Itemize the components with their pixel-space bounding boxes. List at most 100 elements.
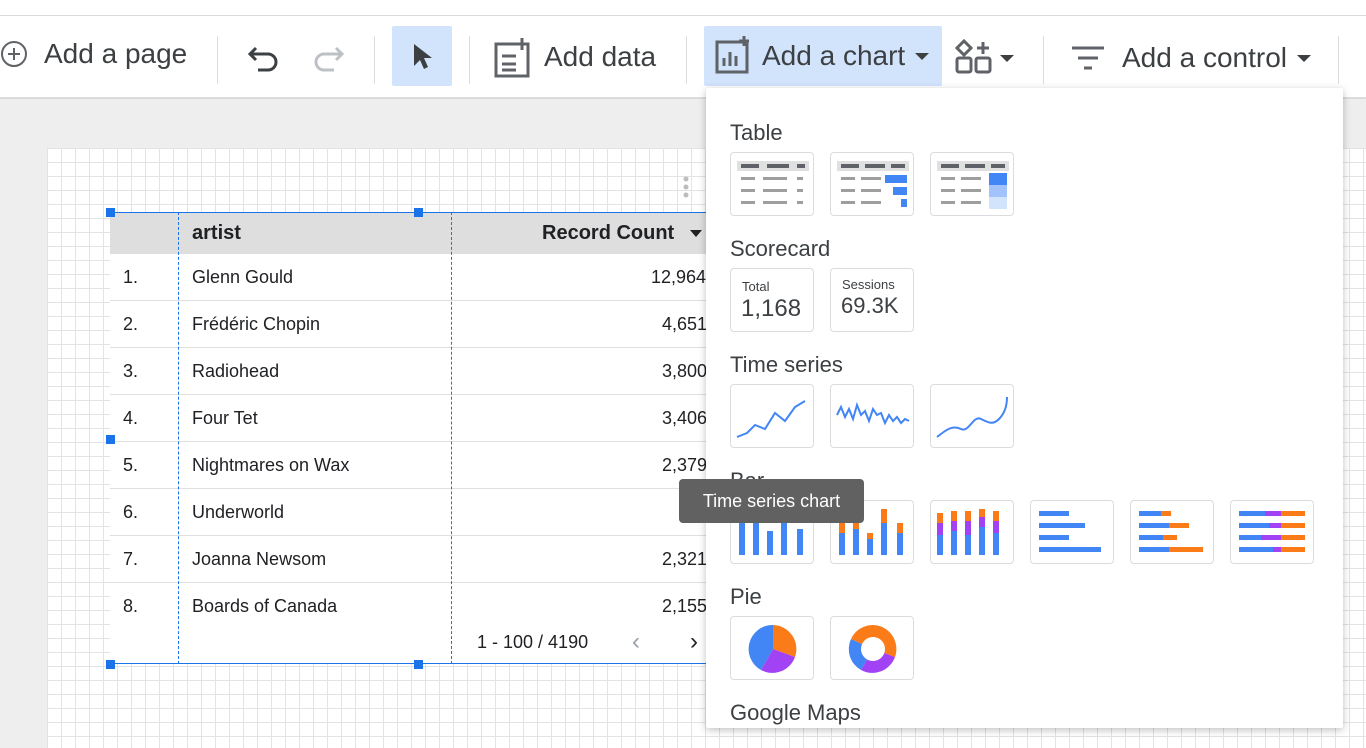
scorecard-sessions-option[interactable]: Sessions 69.3K [830, 268, 914, 332]
divider [1043, 36, 1044, 84]
donut-thumbnail-icon [848, 624, 897, 673]
scorecard-value: 1,168 [741, 295, 802, 322]
smoothed-line-thumbnail-icon [936, 396, 1008, 438]
scorecard-total-option[interactable]: Total 1,168 [730, 268, 814, 332]
cursor-arrow-icon [414, 44, 432, 69]
toolbar: Add a page Add data Add a chart Add a co… [0, 16, 1366, 98]
table-row: 1. Glenn Gould 12,964 [110, 254, 730, 301]
redo-icon [314, 46, 345, 72]
table-row: 3. Radiohead 3,800 [110, 348, 730, 395]
tooltip: Time series chart [679, 479, 864, 523]
resize-handle[interactable] [106, 208, 115, 217]
pie-thumbnail-icon [748, 624, 797, 673]
chevron-down-icon [1000, 54, 1014, 62]
row-count: 3,800 [662, 361, 708, 381]
undo-icon [247, 46, 278, 72]
column-guide [178, 212, 179, 664]
row-artist: Underworld [192, 502, 285, 522]
row-artist: Joanna Newsom [192, 549, 327, 569]
scorecard-label: Total [742, 279, 770, 294]
section-pie: Pie [730, 584, 762, 609]
add-data-icon [494, 38, 530, 78]
top-strip [0, 0, 1366, 16]
row-index: 3. [123, 361, 139, 381]
time-series-thumbnail-icon [736, 400, 806, 438]
row-count: 3,406 [662, 408, 708, 428]
stacked-column-3-thumbnail-icon [937, 509, 999, 555]
row-count: 4,651 [662, 314, 708, 334]
table-thumbnail-icon [737, 161, 809, 204]
resize-handle[interactable] [106, 435, 115, 444]
sparkline-thumbnail-icon [836, 401, 910, 426]
row-index: 8. [123, 596, 139, 616]
donut-chart-option[interactable] [830, 616, 914, 680]
resize-handle[interactable] [414, 660, 423, 669]
add-component-button[interactable] [954, 38, 1014, 78]
table-row: 6.Underworld2, [110, 489, 730, 536]
row-index: 2. [123, 314, 139, 334]
resize-handle[interactable] [414, 208, 423, 217]
table-chart-option[interactable] [730, 152, 814, 216]
row-count: 2,379 [662, 455, 708, 475]
section-google-maps: Google Maps [730, 700, 861, 725]
add-chart-icon [715, 36, 749, 74]
add-chart-menu: Table Scorecard Total 1,168 Sessions 69.… [706, 88, 1343, 728]
column-header-record-count[interactable]: Record Count [542, 222, 674, 245]
time-series-chart-option[interactable] [730, 384, 814, 448]
smoothed-time-series-option[interactable] [930, 384, 1014, 448]
divider [217, 36, 218, 84]
row-count: 12,964 [651, 267, 707, 287]
add-chart-label: Add a chart [762, 40, 906, 71]
table-header: artist Record Count [110, 212, 730, 254]
table-row: 5. Nightmares on Wax 2,379 [110, 442, 730, 489]
stacked-bar-3-chart-option[interactable] [1230, 500, 1314, 564]
table-chart[interactable]: artist Record Count 1. Glenn Gould 12,964 … [110, 212, 730, 664]
chevron-down-icon [915, 52, 930, 60]
add-page-button[interactable]: Add a page [0, 38, 187, 70]
drag-handle-icon[interactable] [682, 176, 690, 198]
divider [1338, 36, 1339, 84]
add-data-label: Add data [544, 41, 657, 72]
add-page-label: Add a page [44, 38, 188, 69]
row-artist: Glenn Gould [192, 267, 294, 287]
components-icon [954, 38, 992, 74]
add-control-button[interactable]: Add a control [1068, 40, 1311, 76]
resize-handle[interactable] [106, 660, 115, 669]
stacked-bar-chart-option[interactable] [1130, 500, 1214, 564]
column-guide [451, 212, 452, 664]
add-control-label: Add a control [1122, 42, 1287, 73]
next-page-icon[interactable]: › [690, 628, 698, 656]
add-data-button[interactable]: Add data [492, 36, 656, 78]
row-index: 1. [123, 267, 139, 287]
redo-button[interactable] [310, 40, 346, 76]
pie-chart-option[interactable] [730, 616, 814, 680]
scorecard-label: Sessions [842, 277, 895, 292]
select-tool-button[interactable] [392, 26, 452, 86]
sparkline-chart-option[interactable] [830, 384, 914, 448]
column-header-artist[interactable]: artist [192, 222, 241, 245]
bar-thumbnail-icon [1039, 511, 1101, 552]
chevron-down-icon [1297, 54, 1311, 62]
divider [374, 36, 375, 84]
add-circle-icon [1, 41, 27, 67]
add-chart-button[interactable]: Add a chart [704, 26, 942, 86]
row-index: 5. [123, 455, 139, 475]
sort-desc-icon[interactable] [690, 230, 702, 237]
row-artist: Boards of Canada [192, 596, 338, 616]
scorecard-value: 69.3K [841, 293, 899, 318]
table-bars-chart-option[interactable] [830, 152, 914, 216]
pagination-text: 1 - 100 / 4190 [477, 632, 589, 652]
table-row: 2. Frédéric Chopin 4,651 [110, 301, 730, 348]
table-row: 7. Joanna Newsom 2,321 [110, 536, 730, 583]
section-table: Table [730, 120, 783, 145]
stacked-column-3-chart-option[interactable] [930, 500, 1014, 564]
table-bars-thumbnail-icon [837, 161, 909, 207]
bar-chart-option[interactable] [1030, 500, 1114, 564]
prev-page-icon[interactable]: ‹ [632, 628, 640, 656]
undo-button[interactable] [246, 40, 282, 76]
stacked-bar-3-thumbnail-icon [1239, 511, 1305, 552]
table-heatmap-chart-option[interactable] [930, 152, 1014, 216]
filter-icon [1072, 46, 1104, 70]
row-artist: Frédéric Chopin [192, 314, 321, 334]
row-index: 4. [123, 408, 139, 428]
